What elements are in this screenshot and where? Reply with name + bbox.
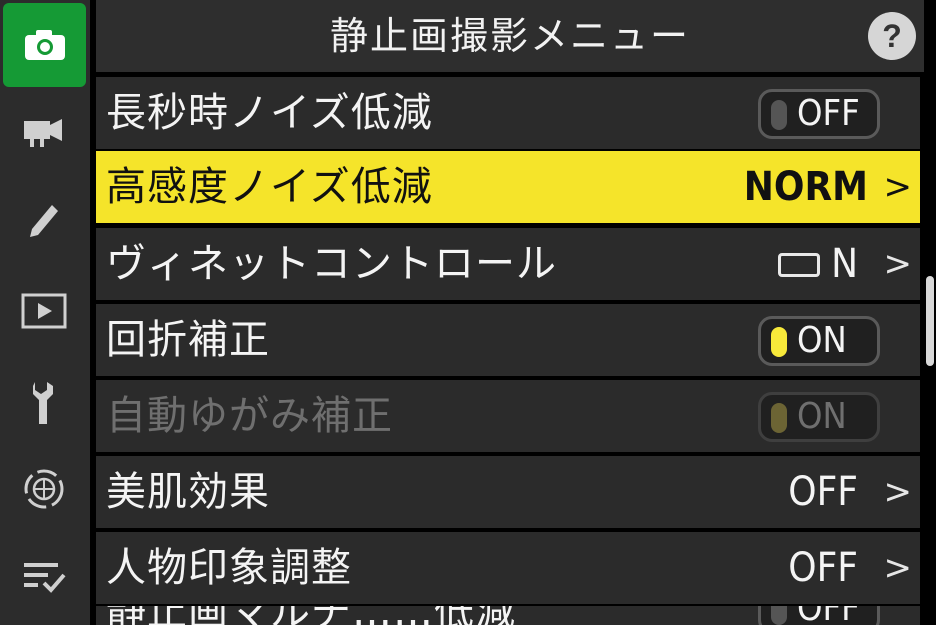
chevron-right-icon: > xyxy=(883,548,913,588)
menu-item-auto-distortion-control: 自動ゆがみ補正 ON xyxy=(96,380,920,452)
network-icon xyxy=(24,469,64,509)
sidebar-item-movie[interactable] xyxy=(4,98,84,164)
menu-screen: 静止画撮影メニュー ? 長秒時ノイズ低減 OFF 高感度ノイズ低減 NORM >… xyxy=(0,0,936,625)
menu-item-label: 長秒時ノイズ低減 xyxy=(106,90,433,136)
menu-item-label: 回折補正 xyxy=(106,317,270,363)
menu-item-portrait-impression[interactable]: 人物印象調整 OFF > xyxy=(96,532,920,604)
menu-item-label: 高感度ノイズ低減 xyxy=(106,164,433,210)
vignette-icon xyxy=(778,253,820,277)
sidebar-item-setup[interactable] xyxy=(4,370,84,436)
toggle-knob xyxy=(771,403,787,433)
pencil-icon xyxy=(30,205,58,237)
menu-header: 静止画撮影メニュー ? xyxy=(96,0,924,72)
menu-item-value: OFF xyxy=(788,469,858,515)
menu-item-vignette-control[interactable]: ヴィネットコントロール N > xyxy=(96,228,920,300)
menu-item-skin-softening[interactable]: 美肌効果 OFF > xyxy=(96,456,920,528)
camera-icon xyxy=(24,30,65,60)
playback-icon xyxy=(21,293,67,329)
sidebar-item-my-menu[interactable] xyxy=(4,544,84,610)
menu-item-value: NORM xyxy=(743,164,868,210)
menu-item-label: 静止画マルチ……低減 xyxy=(106,606,516,625)
my-menu-icon xyxy=(24,563,66,593)
chevron-right-icon: > xyxy=(883,167,913,207)
toggle-knob xyxy=(771,327,787,357)
toggle-switch[interactable]: OFF xyxy=(758,89,880,139)
sidebar-item-photo-shooting[interactable] xyxy=(3,3,86,87)
toggle-value: ON xyxy=(797,396,847,437)
scrollbar-thumb[interactable] xyxy=(926,276,934,366)
toggle-knob xyxy=(771,100,787,130)
menu-item-value: OFF xyxy=(788,545,858,591)
sidebar-item-playback[interactable] xyxy=(4,278,84,344)
toggle-switch[interactable]: OFF xyxy=(758,606,880,625)
movie-camera-icon xyxy=(24,119,62,147)
toggle-switch[interactable]: ON xyxy=(758,316,880,366)
toggle-value: OFF xyxy=(797,606,860,625)
page-title: 静止画撮影メニュー xyxy=(329,14,690,58)
menu-item-label: 美肌効果 xyxy=(106,469,270,515)
toggle-switch: ON xyxy=(758,392,880,442)
chevron-right-icon: > xyxy=(883,472,913,512)
menu-item-label: ヴィネットコントロール xyxy=(106,241,557,287)
menu-item-value: N xyxy=(831,241,858,287)
chevron-right-icon: > xyxy=(883,244,913,284)
sidebar-item-custom-settings[interactable] xyxy=(4,186,84,252)
menu-item-high-iso-nr[interactable]: 高感度ノイズ低減 NORM > xyxy=(96,151,920,223)
menu-item-diffraction-compensation[interactable]: 回折補正 ON xyxy=(96,304,920,376)
toggle-value: ON xyxy=(797,320,847,361)
wrench-icon xyxy=(33,382,53,424)
sidebar xyxy=(0,0,90,625)
help-icon[interactable]: ? xyxy=(868,12,916,60)
menu-item-label: 人物印象調整 xyxy=(106,545,352,591)
toggle-value: OFF xyxy=(797,93,860,134)
menu-item-partial[interactable]: 静止画マルチ……低減 OFF xyxy=(96,606,920,625)
toggle-knob xyxy=(771,606,787,625)
menu-item-long-exposure-nr[interactable]: 長秒時ノイズ低減 OFF xyxy=(96,77,920,149)
menu-item-label: 自動ゆがみ補正 xyxy=(106,393,393,439)
sidebar-item-network[interactable] xyxy=(4,456,84,522)
